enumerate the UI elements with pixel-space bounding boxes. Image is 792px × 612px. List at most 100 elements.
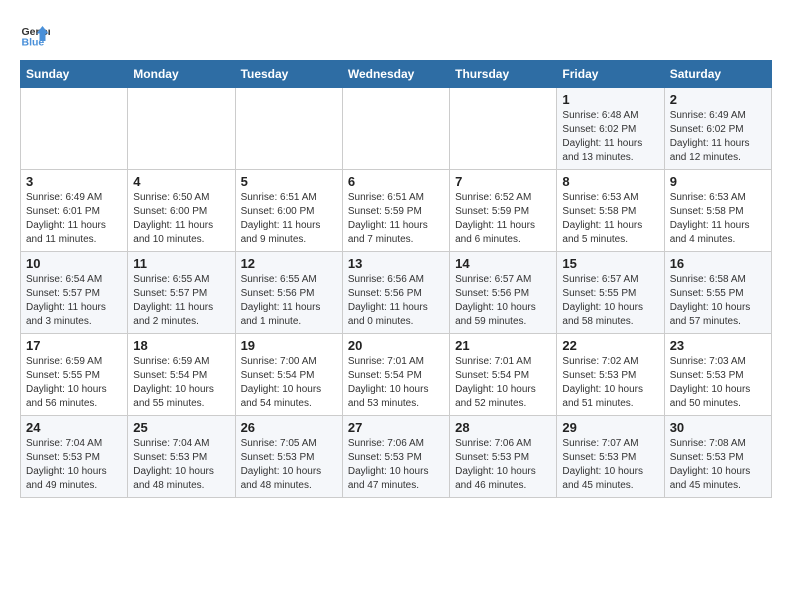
- day-number: 27: [348, 420, 444, 435]
- day-info: Sunrise: 7:04 AM Sunset: 5:53 PM Dayligh…: [26, 437, 122, 493]
- day-number: 25: [133, 420, 229, 435]
- weekday-header: Thursday: [450, 61, 557, 88]
- calendar-cell: 30 Sunrise: 7:08 AM Sunset: 5:53 PM Dayli…: [664, 416, 771, 498]
- calendar-week-row: 24 Sunrise: 7:04 AM Sunset: 5:53 PM Dayli…: [21, 416, 772, 498]
- logo-icon: General Blue: [20, 20, 50, 50]
- calendar-cell: 10 Sunrise: 6:54 AM Sunset: 5:57 PM Dayli…: [21, 252, 128, 334]
- day-number: 30: [670, 420, 766, 435]
- calendar-cell: [21, 88, 128, 170]
- weekday-header: Friday: [557, 61, 664, 88]
- day-info: Sunrise: 7:01 AM Sunset: 5:54 PM Dayligh…: [348, 355, 444, 411]
- day-number: 20: [348, 338, 444, 353]
- day-number: 3: [26, 174, 122, 189]
- calendar-cell: 14Sunrise: 6:57 AM Sunset: 5:56 PM Dayli…: [450, 252, 557, 334]
- calendar-week-row: 17 Sunrise: 6:59 AM Sunset: 5:55 PM Dayli…: [21, 334, 772, 416]
- calendar-cell: 13 Sunrise: 6:56 AM Sunset: 5:56 PM Dayli…: [342, 252, 449, 334]
- day-number: 4: [133, 174, 229, 189]
- day-info: Sunrise: 6:54 AM Sunset: 5:57 PM Dayligh…: [26, 273, 122, 329]
- day-number: 17: [26, 338, 122, 353]
- calendar-cell: 4 Sunrise: 6:50 AM Sunset: 6:00 PM Daylig…: [128, 170, 235, 252]
- calendar-cell: 12 Sunrise: 6:55 AM Sunset: 5:56 PM Dayli…: [235, 252, 342, 334]
- day-number: 23: [670, 338, 766, 353]
- calendar-cell: [342, 88, 449, 170]
- calendar-week-row: 1Sunrise: 6:48 AM Sunset: 6:02 PM Daylig…: [21, 88, 772, 170]
- calendar-cell: 3 Sunrise: 6:49 AM Sunset: 6:01 PM Daylig…: [21, 170, 128, 252]
- logo: General Blue: [20, 20, 54, 50]
- day-info: Sunrise: 6:49 AM Sunset: 6:01 PM Dayligh…: [26, 191, 122, 247]
- day-info: Sunrise: 6:53 AM Sunset: 5:58 PM Dayligh…: [670, 191, 766, 247]
- day-number: 13: [348, 256, 444, 271]
- calendar-cell: 29 Sunrise: 7:07 AM Sunset: 5:53 PM Dayli…: [557, 416, 664, 498]
- day-number: 6: [348, 174, 444, 189]
- weekday-header: Tuesday: [235, 61, 342, 88]
- day-info: Sunrise: 7:04 AM Sunset: 5:53 PM Dayligh…: [133, 437, 229, 493]
- calendar-cell: 5Sunrise: 6:51 AM Sunset: 6:00 PM Daylig…: [235, 170, 342, 252]
- day-info: Sunrise: 6:50 AM Sunset: 6:00 PM Dayligh…: [133, 191, 229, 247]
- day-number: 10: [26, 256, 122, 271]
- calendar-cell: 16 Sunrise: 6:58 AM Sunset: 5:55 PM Dayli…: [664, 252, 771, 334]
- day-number: 19: [241, 338, 337, 353]
- calendar-cell: 6 Sunrise: 6:51 AM Sunset: 5:59 PM Daylig…: [342, 170, 449, 252]
- day-info: Sunrise: 6:49 AM Sunset: 6:02 PM Dayligh…: [670, 109, 766, 165]
- calendar-cell: 7 Sunrise: 6:52 AM Sunset: 5:59 PM Daylig…: [450, 170, 557, 252]
- day-info: Sunrise: 7:06 AM Sunset: 5:53 PM Dayligh…: [348, 437, 444, 493]
- weekday-header: Saturday: [664, 61, 771, 88]
- calendar-cell: 9 Sunrise: 6:53 AM Sunset: 5:58 PM Daylig…: [664, 170, 771, 252]
- day-info: Sunrise: 6:57 AM Sunset: 5:55 PM Dayligh…: [562, 273, 658, 329]
- day-number: 9: [670, 174, 766, 189]
- day-info: Sunrise: 6:59 AM Sunset: 5:54 PM Dayligh…: [133, 355, 229, 411]
- calendar-cell: 1Sunrise: 6:48 AM Sunset: 6:02 PM Daylig…: [557, 88, 664, 170]
- day-number: 18: [133, 338, 229, 353]
- calendar-cell: [450, 88, 557, 170]
- day-number: 24: [26, 420, 122, 435]
- day-number: 11: [133, 256, 229, 271]
- day-number: 8: [562, 174, 658, 189]
- day-number: 26: [241, 420, 337, 435]
- day-number: 1: [562, 92, 658, 107]
- day-info: Sunrise: 6:58 AM Sunset: 5:55 PM Dayligh…: [670, 273, 766, 329]
- day-number: 2: [670, 92, 766, 107]
- day-number: 28: [455, 420, 551, 435]
- calendar-cell: 20 Sunrise: 7:01 AM Sunset: 5:54 PM Dayli…: [342, 334, 449, 416]
- day-number: 22: [562, 338, 658, 353]
- calendar-cell: 27 Sunrise: 7:06 AM Sunset: 5:53 PM Dayli…: [342, 416, 449, 498]
- day-info: Sunrise: 7:06 AM Sunset: 5:53 PM Dayligh…: [455, 437, 551, 493]
- day-info: Sunrise: 6:59 AM Sunset: 5:55 PM Dayligh…: [26, 355, 122, 411]
- day-number: 14: [455, 256, 551, 271]
- calendar-cell: 2 Sunrise: 6:49 AM Sunset: 6:02 PM Daylig…: [664, 88, 771, 170]
- calendar-cell: 18 Sunrise: 6:59 AM Sunset: 5:54 PM Dayli…: [128, 334, 235, 416]
- day-info: Sunrise: 6:55 AM Sunset: 5:57 PM Dayligh…: [133, 273, 229, 329]
- day-number: 21: [455, 338, 551, 353]
- calendar-cell: 19 Sunrise: 7:00 AM Sunset: 5:54 PM Dayli…: [235, 334, 342, 416]
- day-info: Sunrise: 6:51 AM Sunset: 5:59 PM Dayligh…: [348, 191, 444, 247]
- calendar-cell: 8 Sunrise: 6:53 AM Sunset: 5:58 PM Daylig…: [557, 170, 664, 252]
- day-info: Sunrise: 7:02 AM Sunset: 5:53 PM Dayligh…: [562, 355, 658, 411]
- day-info: Sunrise: 6:56 AM Sunset: 5:56 PM Dayligh…: [348, 273, 444, 329]
- day-info: Sunrise: 6:51 AM Sunset: 6:00 PM Dayligh…: [241, 191, 337, 247]
- weekday-header: Sunday: [21, 61, 128, 88]
- day-number: 7: [455, 174, 551, 189]
- calendar-cell: 17 Sunrise: 6:59 AM Sunset: 5:55 PM Dayli…: [21, 334, 128, 416]
- day-info: Sunrise: 6:53 AM Sunset: 5:58 PM Dayligh…: [562, 191, 658, 247]
- day-number: 12: [241, 256, 337, 271]
- day-info: Sunrise: 7:08 AM Sunset: 5:53 PM Dayligh…: [670, 437, 766, 493]
- calendar-cell: 15Sunrise: 6:57 AM Sunset: 5:55 PM Dayli…: [557, 252, 664, 334]
- page-header: General Blue: [20, 20, 772, 50]
- calendar-cell: 21Sunrise: 7:01 AM Sunset: 5:54 PM Dayli…: [450, 334, 557, 416]
- day-info: Sunrise: 7:07 AM Sunset: 5:53 PM Dayligh…: [562, 437, 658, 493]
- day-info: Sunrise: 7:00 AM Sunset: 5:54 PM Dayligh…: [241, 355, 337, 411]
- day-number: 16: [670, 256, 766, 271]
- calendar-table: SundayMondayTuesdayWednesdayThursdayFrid…: [20, 60, 772, 498]
- day-number: 29: [562, 420, 658, 435]
- calendar-cell: 22 Sunrise: 7:02 AM Sunset: 5:53 PM Dayli…: [557, 334, 664, 416]
- weekday-header: Monday: [128, 61, 235, 88]
- weekday-header: Wednesday: [342, 61, 449, 88]
- day-info: Sunrise: 6:52 AM Sunset: 5:59 PM Dayligh…: [455, 191, 551, 247]
- day-info: Sunrise: 7:03 AM Sunset: 5:53 PM Dayligh…: [670, 355, 766, 411]
- day-info: Sunrise: 6:55 AM Sunset: 5:56 PM Dayligh…: [241, 273, 337, 329]
- calendar-cell: 23 Sunrise: 7:03 AM Sunset: 5:53 PM Dayli…: [664, 334, 771, 416]
- calendar-cell: 28 Sunrise: 7:06 AM Sunset: 5:53 PM Dayli…: [450, 416, 557, 498]
- calendar-week-row: 10 Sunrise: 6:54 AM Sunset: 5:57 PM Dayli…: [21, 252, 772, 334]
- day-info: Sunrise: 7:05 AM Sunset: 5:53 PM Dayligh…: [241, 437, 337, 493]
- calendar-cell: 25 Sunrise: 7:04 AM Sunset: 5:53 PM Dayli…: [128, 416, 235, 498]
